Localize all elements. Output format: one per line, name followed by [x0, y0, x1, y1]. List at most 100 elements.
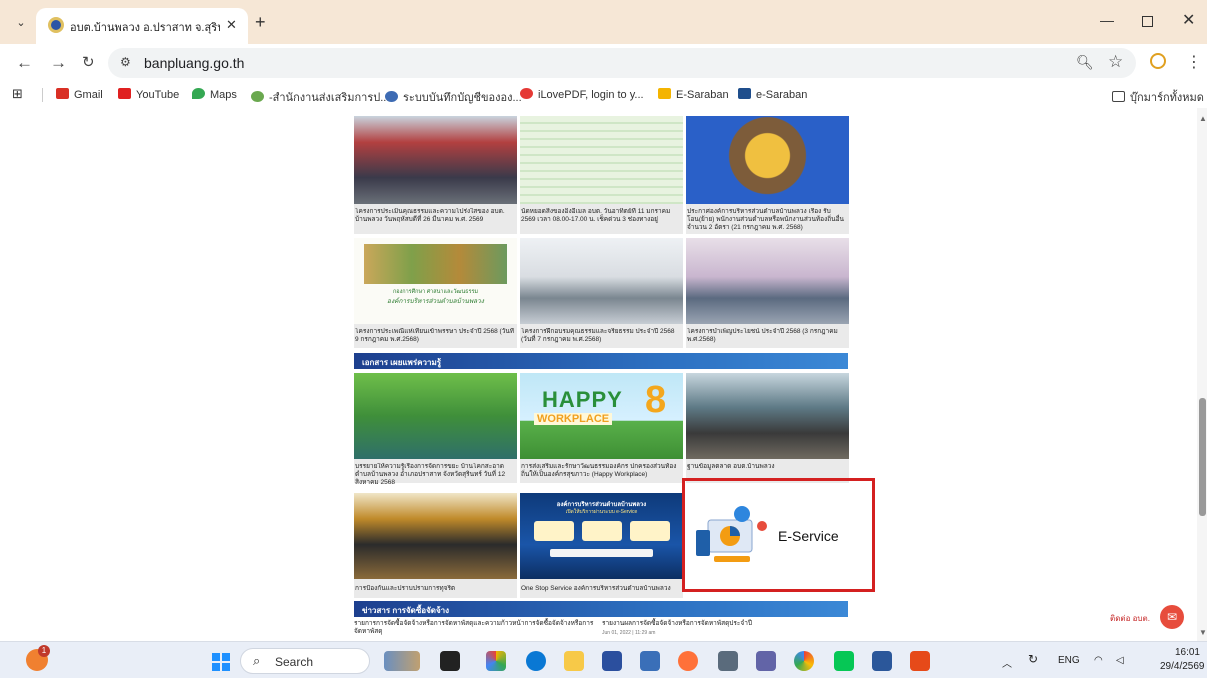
contact-label[interactable]: ติดต่อ อบต.: [1110, 612, 1150, 625]
news-card-caption[interactable]: โครงการบำเพ็ญประโยชน์ ประจำปี 2568 (3 กร…: [687, 328, 848, 344]
file-explorer-icon[interactable]: [564, 651, 584, 671]
profile-icon[interactable]: [1150, 53, 1166, 69]
zoom-icon[interactable]: 🔍︎: [1076, 54, 1094, 71]
tab-close-icon[interactable]: ✕: [226, 17, 237, 33]
news-card[interactable]: บรรยายให้ความรู้เรื่องการจัดการขยะ บ้านโ…: [354, 373, 517, 486]
bookmark-accounting[interactable]: ระบบบันทึกบัญชีขององ...: [385, 88, 522, 106]
apps-grid-icon[interactable]: ⊞: [12, 86, 23, 102]
tray-chevron-icon[interactable]: ︿: [1002, 655, 1012, 670]
bookmark-esaraban-2[interactable]: e-Saraban: [738, 88, 807, 101]
word-icon[interactable]: [872, 651, 892, 671]
bookmark-esaraban-1[interactable]: E-Saraban: [658, 88, 729, 101]
news-card[interactable]: โครงการฝึกอบรมคุณธรรมและจริยธรรม ประจำปี…: [520, 238, 683, 348]
scroll-thumb[interactable]: [1199, 398, 1206, 516]
language-indicator[interactable]: ENG: [1058, 655, 1080, 666]
section-title: ข่าวสาร การจัดซื้อจัดจ้าง: [362, 606, 450, 615]
notification-badge: 1: [38, 645, 50, 657]
address-bar[interactable]: ⚙ banpluang.go.th 🔍︎ ☆: [108, 48, 1136, 78]
copilot-icon[interactable]: [486, 651, 506, 671]
news-card[interactable]: ประกาศองค์การบริหารส่วนตำบลบ้านพลวง เรื่…: [686, 116, 849, 234]
volume-icon[interactable]: ◁: [1116, 655, 1124, 666]
bookmark-youtube[interactable]: YouTube: [118, 88, 179, 101]
bookmark-maps[interactable]: Maps: [192, 88, 237, 101]
news-card-image: องค์การบริหารส่วนตำบลบ้านพลวง เปิดให้บริ…: [520, 493, 683, 579]
app-icon[interactable]: [718, 651, 738, 671]
news-card[interactable]: โครงการบำเพ็ญประโยชน์ ประจำปี 2568 (3 กร…: [686, 238, 849, 348]
sync-icon[interactable]: ↻: [1028, 652, 1038, 666]
news-card-caption[interactable]: การป้องกันและปราบปรามการทุจริต: [355, 585, 516, 593]
poster-box: [582, 521, 622, 541]
bookmark-label: iLovePDF, login to y...: [538, 89, 644, 101]
taskbar-widget-app[interactable]: [384, 651, 420, 671]
news-card-caption[interactable]: ฐานข้อมูลตลาด อบต.บ้านพลวง: [687, 463, 848, 471]
news-item[interactable]: รายการการจัดซื้อจัดจ้างหรือการจัดหาพัสดุ…: [354, 620, 594, 636]
browser-menu-icon[interactable]: ⋮: [1186, 52, 1202, 72]
task-view-icon[interactable]: [440, 651, 460, 671]
calendar-icon: [738, 88, 751, 99]
firefox-icon[interactable]: [678, 651, 698, 671]
browser-tab-active[interactable]: อบต.บ้านพลวง อ.ปราสาท จ.สุรินทร์ ✕: [36, 8, 248, 44]
news-card-caption[interactable]: นัดหยอดสิ่งของอิงอีเมล อบต. วันอาทิตย์ที…: [521, 208, 682, 224]
bookmark-gmail[interactable]: Gmail: [56, 88, 103, 101]
system-clock[interactable]: 16:01 29/4/2569: [1160, 646, 1205, 674]
bookmark-star-icon[interactable]: ☆: [1108, 52, 1123, 72]
poster-banner-line: กองการศึกษา ศาสนาและวัฒนธรรม: [392, 289, 479, 295]
news-card-image: [520, 116, 683, 204]
news-card[interactable]: ฐานข้อมูลตลาด อบต.บ้านพลวง: [686, 373, 849, 483]
url-text[interactable]: banpluang.go.th: [144, 55, 244, 71]
news-card[interactable]: กองการศึกษา ศาสนาและวัฒนธรรม องค์การบริห…: [354, 238, 517, 348]
news-card-caption[interactable]: บรรยายให้ความรู้เรื่องการจัดการขยะ บ้านโ…: [355, 463, 516, 487]
site-info-icon[interactable]: ⚙: [120, 55, 131, 69]
news-card-caption[interactable]: ประกาศองค์การบริหารส่วนตำบลบ้านพลวง เรื่…: [687, 208, 848, 232]
news-item[interactable]: รายงานผลการจัดซื้อจัดจ้างหรือการจัดหาพัส…: [602, 620, 842, 628]
all-bookmarks[interactable]: บุ๊กมาร์กทั้งหมด: [1112, 88, 1204, 106]
eservice-highlight-box: [682, 478, 875, 592]
news-card[interactable]: โครงการประเมินคุณธรรมและความโปร่งใสของ อ…: [354, 116, 517, 234]
site-favicon-icon: [48, 17, 64, 33]
forward-button[interactable]: →: [50, 53, 67, 73]
poster-strip: [550, 549, 653, 557]
wifi-icon[interactable]: ◠: [1094, 655, 1103, 666]
news-card-caption[interactable]: การส่งเสริมและรักษาวัฒนธรรมองค์กร ปกครอง…: [521, 463, 682, 479]
page-scrollbar[interactable]: ▲ ▼: [1197, 108, 1207, 641]
clock-date: 29/4/2569: [1160, 661, 1205, 672]
tab-title: อบต.บ้านพลวง อ.ปราสาท จ.สุรินทร์: [70, 22, 220, 34]
news-card-caption[interactable]: โครงการประเพณีแห่เทียนเข้าพรรษา ประจำปี …: [355, 328, 516, 344]
widget-icon[interactable]: 1: [26, 645, 50, 671]
taskbar-search[interactable]: ⌕ Search: [240, 648, 370, 674]
reload-button[interactable]: ↻: [82, 53, 95, 71]
line-icon[interactable]: [834, 651, 854, 671]
poster-photos: [364, 244, 507, 284]
bookmark-ilovepdf[interactable]: iLovePDF, login to y...: [520, 88, 644, 101]
news-card[interactable]: นัดหยอดสิ่งของอิงอีเมล อบต. วันอาทิตย์ที…: [520, 116, 683, 234]
news-card-caption[interactable]: โครงการประเมินคุณธรรมและความโปร่งใสของ อ…: [355, 208, 516, 224]
bookmark-office[interactable]: -สำนักงานส่งเสริมการป...: [251, 88, 389, 106]
news-card-image: [354, 116, 517, 204]
new-tab-button[interactable]: +: [255, 12, 266, 33]
gmail-icon: [56, 88, 69, 99]
start-button[interactable]: [212, 653, 230, 671]
app-icon[interactable]: [910, 651, 930, 671]
app-icon[interactable]: [640, 651, 660, 671]
teams-icon[interactable]: [756, 651, 776, 671]
chrome-icon[interactable]: [794, 651, 814, 671]
chat-button[interactable]: ✉: [1160, 605, 1184, 629]
scroll-down-icon[interactable]: ▼: [1199, 628, 1207, 637]
news-card[interactable]: HAPPY WORKPLACE 8 การส่งเสริมและรักษาวัฒ…: [520, 373, 683, 483]
site-icon: [251, 91, 264, 102]
edge-icon[interactable]: [526, 651, 546, 671]
news-card[interactable]: การป้องกันและปราบปรามการทุจริต: [354, 493, 517, 598]
scroll-up-icon[interactable]: ▲: [1199, 114, 1207, 123]
close-window-button[interactable]: ✕: [1182, 10, 1195, 30]
back-button[interactable]: ←: [16, 53, 33, 73]
minimize-button[interactable]: —: [1100, 12, 1114, 28]
bookmark-label: Maps: [210, 89, 237, 101]
tab-search-button[interactable]: ⌄: [10, 12, 32, 34]
happy-number: 8: [645, 379, 667, 421]
restore-button[interactable]: [1142, 16, 1153, 27]
news-card[interactable]: องค์การบริหารส่วนตำบลบ้านพลวง เปิดให้บริ…: [520, 493, 683, 598]
news-card-caption[interactable]: โครงการฝึกอบรมคุณธรรมและจริยธรรม ประจำปี…: [521, 328, 682, 344]
store-icon[interactable]: [602, 651, 622, 671]
section-title: เอกสาร เผยแพร่ความรู้: [362, 358, 442, 367]
news-card-caption[interactable]: One Stop Service องค์การบริหารส่วนตำบลบ้…: [521, 585, 682, 593]
